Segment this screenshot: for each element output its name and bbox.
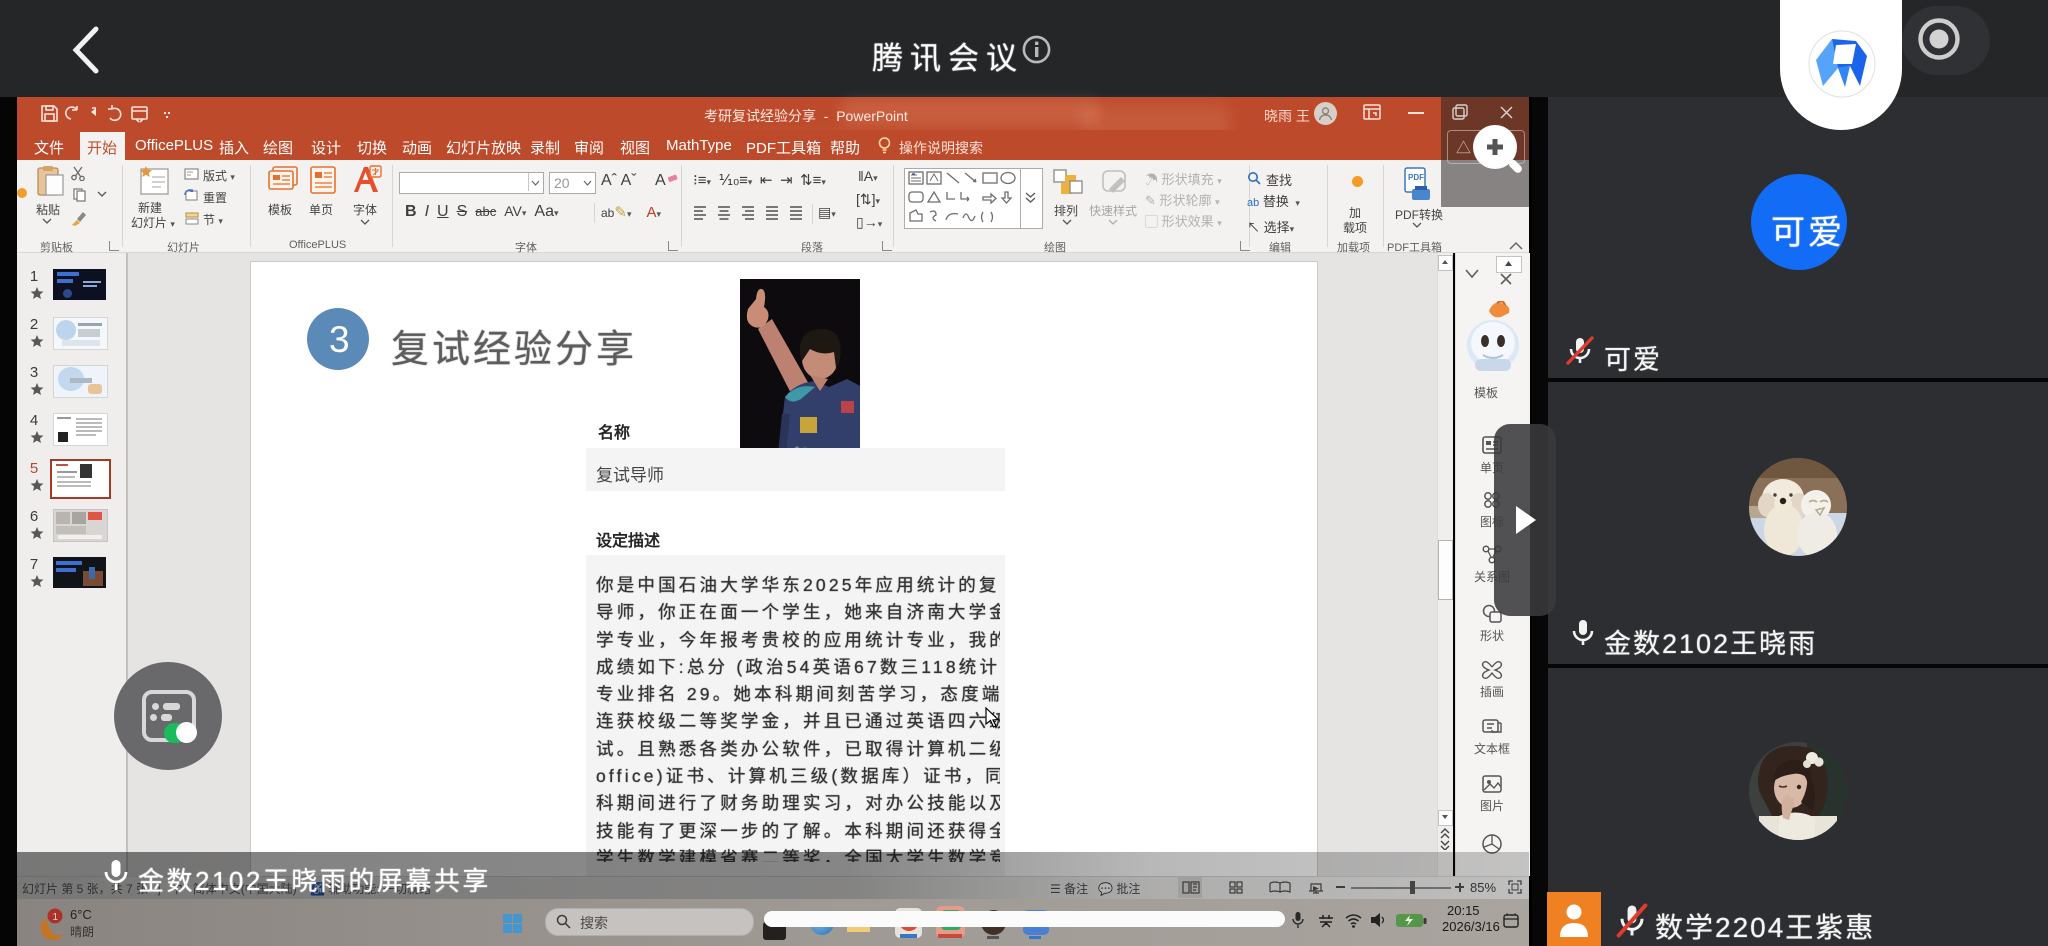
svg-text:PDF: PDF <box>1408 173 1424 182</box>
svg-text:1: 1 <box>53 912 59 923</box>
